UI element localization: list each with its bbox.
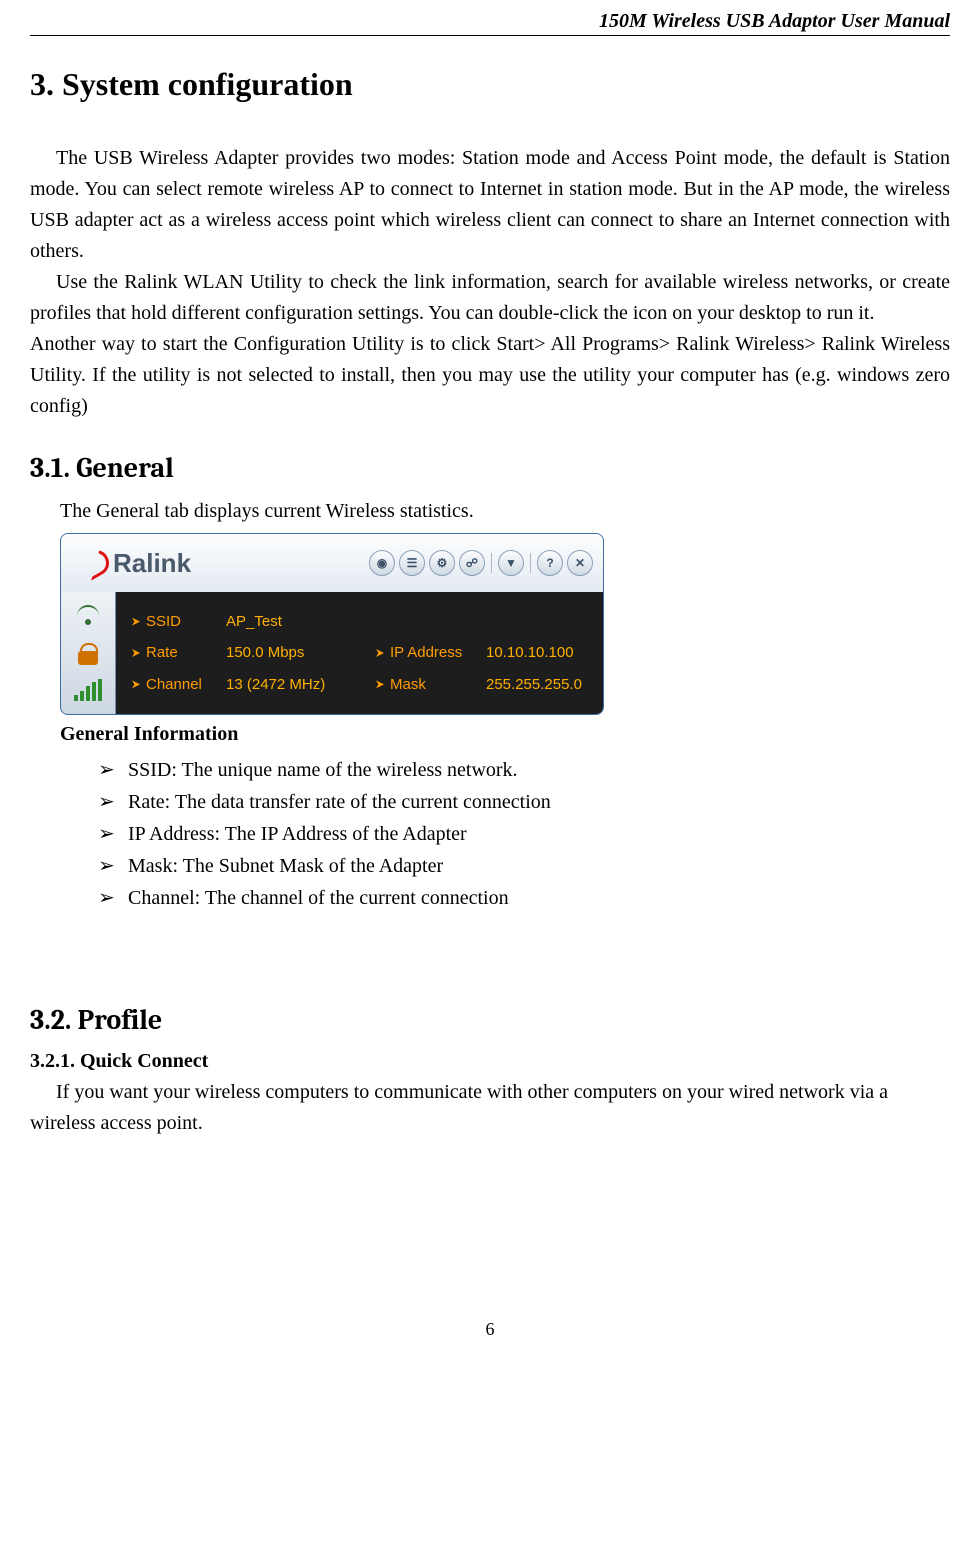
ralink-info-panel: SSID AP_Test Rate 150.0 Mbps IP Address … — [116, 592, 603, 714]
bullet-icon: ➢ — [98, 850, 128, 882]
bullet-icon: ➢ — [98, 818, 128, 850]
mask-label: Mask — [376, 676, 486, 693]
section-3-1-intro: The General tab displays current Wireles… — [60, 496, 950, 527]
ssid-value: AP_Test — [226, 613, 376, 630]
ssid-label: SSID — [132, 613, 226, 630]
ralink-titlebar: Ralink ◉ ☰ ⚙ ☍ ▼ ? ✕ — [61, 534, 603, 592]
ralink-logo: Ralink — [83, 548, 191, 579]
signal-bars-icon — [72, 674, 104, 706]
list-item: ➢Channel: The channel of the current con… — [98, 882, 950, 914]
channel-value: 13 (2472 MHz) — [226, 676, 376, 693]
bullet-text: IP Address: The IP Address of the Adapte… — [128, 818, 467, 850]
toolbar-separator — [491, 553, 492, 573]
list-item: ➢Mask: The Subnet Mask of the Adapter — [98, 850, 950, 882]
page-number: 6 — [30, 1319, 950, 1340]
bullet-icon: ➢ — [98, 882, 128, 914]
bullet-icon: ➢ — [98, 786, 128, 818]
bullet-text: Rate: The data transfer rate of the curr… — [128, 786, 551, 818]
lock-icon — [72, 637, 104, 669]
bullet-text: SSID: The unique name of the wireless ne… — [128, 754, 518, 786]
list-item: ➢IP Address: The IP Address of the Adapt… — [98, 818, 950, 850]
section-3-2-heading: 3.2. Profile — [30, 1004, 950, 1036]
dropdown-icon[interactable]: ▼ — [498, 550, 524, 576]
ralink-logo-text: Ralink — [113, 548, 191, 579]
rss-icon[interactable]: ◉ — [369, 550, 395, 576]
toolbar-separator — [530, 553, 531, 573]
ralink-toolbar: ◉ ☰ ⚙ ☍ ▼ ? ✕ — [369, 550, 593, 576]
bullet-icon: ➢ — [98, 754, 128, 786]
help-icon[interactable]: ? — [537, 550, 563, 576]
intro-paragraph-1: The USB Wireless Adapter provides two mo… — [30, 143, 950, 267]
section-3-heading: 3. System configuration — [30, 66, 950, 103]
ralink-sidebar — [61, 592, 116, 714]
general-info-list: ➢SSID: The unique name of the wireless n… — [98, 754, 950, 914]
wifi-status-icon — [72, 600, 104, 632]
mask-value: 255.255.255.0 — [486, 676, 587, 693]
ip-address-label: IP Address — [376, 644, 486, 661]
link-icon[interactable]: ☍ — [459, 550, 485, 576]
ralink-logo-icon — [83, 550, 109, 576]
page-header: 150M Wireless USB Adaptor User Manual — [30, 0, 950, 36]
bullet-text: Channel: The channel of the current conn… — [128, 882, 509, 914]
rate-value: 150.0 Mbps — [226, 644, 376, 661]
section-3-2-1-body: If you want your wireless computers to c… — [30, 1077, 950, 1139]
bullet-text: Mask: The Subnet Mask of the Adapter — [128, 850, 443, 882]
settings-icon[interactable]: ⚙ — [429, 550, 455, 576]
ralink-utility-screenshot: Ralink ◉ ☰ ⚙ ☍ ▼ ? ✕ — [60, 533, 604, 715]
general-information-heading: General Information — [60, 719, 950, 750]
list-item: ➢Rate: The data transfer rate of the cur… — [98, 786, 950, 818]
intro-paragraph-3: Another way to start the Configuration U… — [30, 329, 950, 422]
channel-label: Channel — [132, 676, 226, 693]
ip-address-value: 10.10.10.100 — [486, 644, 587, 661]
manual-title: 150M Wireless USB Adaptor User Manual — [599, 10, 950, 32]
list-icon[interactable]: ☰ — [399, 550, 425, 576]
intro-paragraph-2: Use the Ralink WLAN Utility to check the… — [30, 267, 950, 329]
section-3-1-heading: 3.1. General — [30, 452, 950, 484]
rate-label: Rate — [132, 644, 226, 661]
close-icon[interactable]: ✕ — [567, 550, 593, 576]
section-3-2-1-heading: 3.2.1. Quick Connect — [30, 1050, 950, 1073]
list-item: ➢SSID: The unique name of the wireless n… — [98, 754, 950, 786]
